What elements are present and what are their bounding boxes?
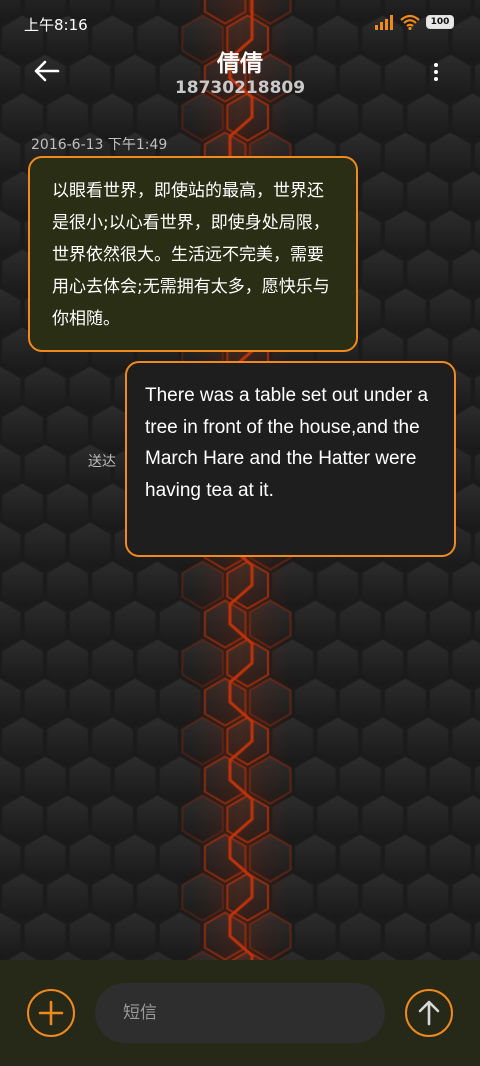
wifi-icon (400, 14, 420, 30)
battery-icon: 100 (426, 15, 454, 29)
contact-number: 18730218809 (174, 78, 306, 98)
message-input[interactable] (95, 983, 385, 1043)
status-time: 上午8:16 (24, 16, 88, 34)
send-arrow-icon (418, 1000, 440, 1026)
received-message-bubble[interactable]: 以眼看世界，即使站的最高，世界还是很小;以心看世界，即使身处局限，世界依然很大。… (28, 156, 358, 352)
plus-icon (38, 1000, 64, 1026)
sent-message-bubble[interactable]: There was a table set out under a tree i… (125, 361, 456, 557)
add-attachment-button[interactable] (27, 989, 75, 1037)
contact-name: 倩倩 (217, 51, 263, 77)
conversation-header: 倩倩 18730218809 (0, 44, 480, 114)
more-vertical-icon[interactable] (426, 60, 446, 86)
send-button[interactable] (405, 989, 453, 1037)
signal-icon (375, 15, 393, 30)
message-timestamp: 2016-6-13 下午1:49 (31, 137, 168, 153)
status-icons: 100 (374, 13, 454, 31)
battery-level: 100 (430, 17, 450, 27)
compose-bar (0, 960, 480, 1066)
delivery-status: 送达 (88, 454, 116, 470)
status-bar: 上午8:16 100 (0, 0, 480, 44)
